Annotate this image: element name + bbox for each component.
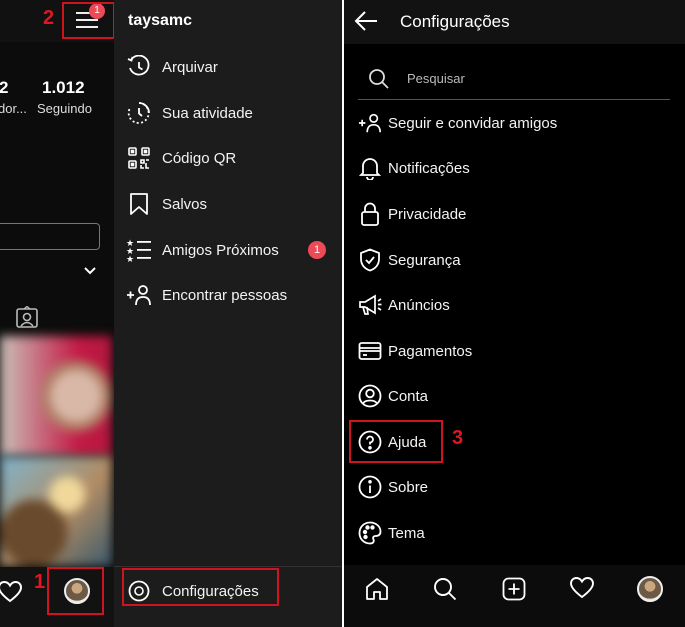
- profile-avatar[interactable]: [637, 576, 663, 602]
- close-friends-badge: 1: [308, 241, 326, 259]
- settings-item-label: Tema: [388, 524, 425, 542]
- settings-item-label: Privacidade: [388, 205, 467, 223]
- page-title: Configurações: [400, 12, 510, 31]
- settings-header: Configurações: [344, 0, 685, 44]
- menu-item-archive[interactable]: Arquivar: [114, 47, 342, 87]
- add-person-icon: [114, 284, 162, 306]
- menu-item-qr-code[interactable]: Código QR: [114, 138, 342, 178]
- menu-item-label: Código QR: [162, 149, 237, 167]
- settings-item-ads[interactable]: Anúncios: [344, 285, 685, 325]
- shield-icon: [344, 248, 388, 272]
- tagged-posts-icon[interactable]: [16, 305, 38, 333]
- menu-divider: [114, 566, 342, 567]
- settings-item-invite[interactable]: Seguir e convidar amigos: [344, 103, 685, 143]
- settings-item-payments[interactable]: Pagamentos: [344, 331, 685, 371]
- heart-icon[interactable]: [570, 577, 594, 604]
- menu-item-label: Amigos Próximos: [162, 241, 279, 259]
- menu-item-find-people[interactable]: Encontrar pessoas: [114, 275, 342, 315]
- profile-panel: 1 2 dor... 1.012 Seguindo: [0, 0, 114, 627]
- menu-item-saved[interactable]: Salvos: [114, 184, 342, 224]
- settings-item-label: Sobre: [388, 478, 429, 496]
- annotation-box-step3: [349, 420, 443, 463]
- bookmark-icon: [114, 192, 162, 216]
- annotation-number-step3: 3: [452, 427, 464, 449]
- edit-profile-button[interactable]: [0, 223, 100, 250]
- new-post-icon[interactable]: [502, 577, 526, 606]
- settings-item-about[interactable]: Sobre: [344, 467, 685, 507]
- settings-item-label: Anúncios: [388, 296, 450, 314]
- following-label: Seguindo: [37, 101, 92, 116]
- annotation-box-step1: [47, 567, 104, 615]
- post-thumbnail[interactable]: [0, 456, 112, 566]
- settings-item-account[interactable]: Conta: [344, 376, 685, 416]
- search-placeholder: Pesquisar: [407, 71, 465, 86]
- add-person-icon: [344, 112, 388, 134]
- card-icon: [344, 341, 388, 361]
- settings-item-label: Conta: [388, 387, 429, 405]
- annotation-box-step2: [62, 2, 115, 39]
- qr-code-icon: [114, 146, 162, 170]
- bottom-nav: [344, 565, 685, 627]
- back-arrow-icon[interactable]: [354, 10, 378, 37]
- settings-item-notifications[interactable]: Notificações: [344, 148, 685, 188]
- palette-icon: [344, 521, 388, 545]
- menu-item-label: Salvos: [162, 195, 208, 213]
- search-input[interactable]: Pesquisar: [358, 62, 670, 100]
- svg-text:★: ★: [126, 255, 134, 262]
- menu-item-label: Arquivar: [162, 58, 218, 76]
- settings-item-label: Pagamentos: [388, 342, 473, 360]
- side-menu-panel: taysamc Arquivar Sua atividade Código QR…: [114, 0, 342, 627]
- settings-item-label: Notificações: [388, 159, 470, 177]
- chevron-down-icon[interactable]: [84, 262, 96, 278]
- settings-item-security[interactable]: Segurança: [344, 240, 685, 280]
- activity-icon: [114, 101, 162, 125]
- megaphone-icon: [344, 294, 388, 316]
- settings-item-privacy[interactable]: Privacidade: [344, 194, 685, 234]
- bell-icon: [344, 156, 388, 180]
- menu-item-close-friends[interactable]: ★ ★ ★ Amigos Próximos 1: [114, 230, 342, 270]
- followers-count[interactable]: 2: [0, 78, 8, 98]
- home-icon[interactable]: [365, 577, 389, 606]
- archive-icon: [114, 55, 162, 79]
- close-friends-icon: ★ ★ ★: [114, 238, 162, 262]
- annotation-number-step1: 1: [34, 571, 46, 593]
- settings-item-theme[interactable]: Tema: [344, 513, 685, 553]
- settings-item-label: Seguir e convidar amigos: [388, 114, 558, 132]
- post-thumbnail[interactable]: [0, 336, 112, 456]
- annotation-number-step2: 2: [43, 7, 55, 29]
- following-count[interactable]: 1.012: [42, 78, 85, 98]
- menu-item-activity[interactable]: Sua atividade: [114, 93, 342, 133]
- username-title: taysamc: [128, 12, 193, 29]
- settings-item-label: Segurança: [388, 251, 461, 269]
- annotation-box-settings: [122, 568, 279, 606]
- search-icon: [368, 68, 390, 95]
- search-icon[interactable]: [433, 577, 457, 606]
- lock-icon: [344, 202, 388, 226]
- info-icon: [344, 475, 388, 499]
- followers-label: dor...: [0, 101, 27, 116]
- menu-item-label: Sua atividade: [162, 104, 253, 122]
- user-circle-icon: [344, 384, 388, 408]
- menu-item-label: Encontrar pessoas: [162, 286, 288, 304]
- settings-panel: Configurações Pesquisar Seguir e convida…: [344, 0, 685, 627]
- heart-icon[interactable]: [0, 580, 23, 608]
